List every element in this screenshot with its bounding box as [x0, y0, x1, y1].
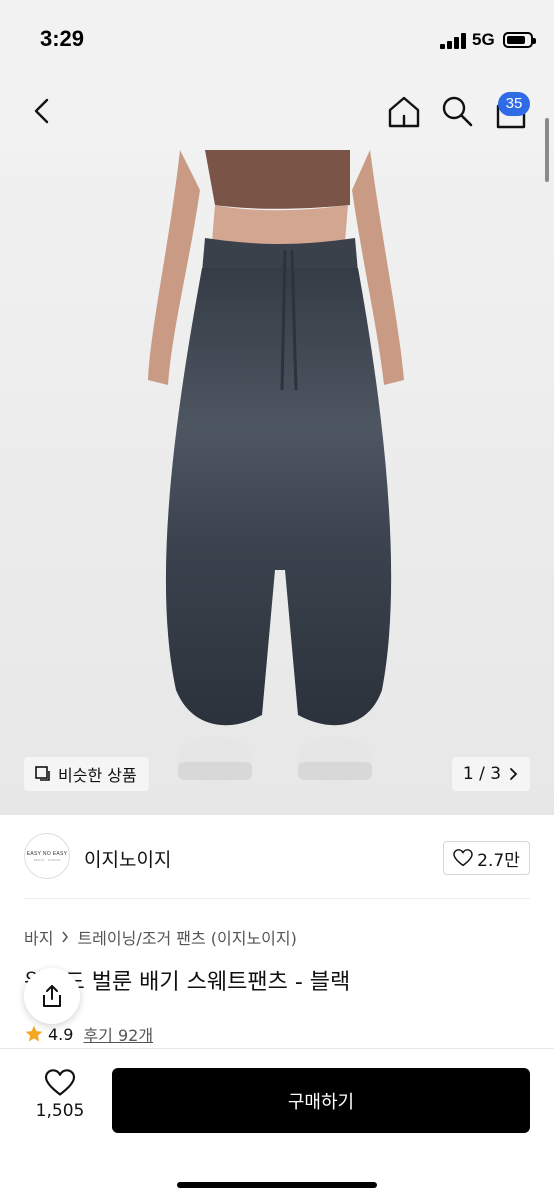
- copy-icon: [35, 766, 50, 781]
- rating-value: 4.9: [48, 1024, 74, 1044]
- similar-products-label: 비슷한 상품: [58, 766, 137, 785]
- product-like-button[interactable]: 1,505: [28, 1069, 92, 1133]
- battery-icon: [503, 32, 536, 48]
- cart-count-badge: 35: [498, 92, 530, 116]
- breadcrumb-item[interactable]: 바지: [24, 925, 53, 949]
- heart-icon: [453, 849, 473, 867]
- brand-like-button[interactable]: 2.7만: [443, 841, 530, 875]
- brand-row: EASY NO EASY SEOUL · STUDIO 이지노이지 2.7만: [0, 815, 554, 899]
- rating-row: 4.9 후기 92개: [24, 1022, 153, 1046]
- reviews-link[interactable]: 후기 92개: [83, 1022, 153, 1046]
- brand-like-count: 2.7만: [477, 850, 520, 871]
- brand-name[interactable]: 이지노이지: [84, 845, 171, 872]
- chevron-right-icon: [62, 931, 69, 943]
- home-icon[interactable]: [386, 94, 422, 130]
- chevron-right-icon: [510, 768, 518, 780]
- similar-products-button[interactable]: 비슷한 상품: [24, 757, 149, 791]
- brand-logo-text: EASY NO EASY: [26, 850, 68, 857]
- product-like-count: 1,505: [35, 1101, 85, 1121]
- buy-button[interactable]: 구매하기: [112, 1068, 530, 1133]
- star-icon: [25, 1025, 43, 1042]
- status-time: 3:29: [40, 26, 85, 51]
- network-label: 5G: [472, 30, 495, 49]
- chevron-left-icon[interactable]: [28, 96, 58, 126]
- divider: [24, 898, 530, 899]
- top-nav: [0, 80, 554, 150]
- breadcrumb: 바지 트레이닝/조거 팬츠 (이지노이지): [24, 925, 297, 949]
- search-icon[interactable]: [440, 94, 474, 128]
- brand-logo[interactable]: EASY NO EASY SEOUL · STUDIO: [24, 833, 70, 879]
- home-indicator: [177, 1182, 377, 1188]
- brand-logo-subtext: SEOUL · STUDIO: [33, 857, 61, 862]
- breadcrumb-item[interactable]: 트레이닝/조거 팬츠 (이지노이지): [77, 925, 296, 949]
- bottom-action-bar: 1,505 구매하기: [0, 1048, 554, 1201]
- share-button[interactable]: [24, 968, 80, 1024]
- image-pager-button[interactable]: 1 / 3: [452, 757, 530, 791]
- scroll-indicator[interactable]: [545, 118, 549, 182]
- heart-icon: [44, 1069, 76, 1096]
- product-photo: [0, 150, 554, 815]
- share-icon: [43, 985, 61, 1007]
- signal-icon: [440, 33, 466, 49]
- status-bar: 3:29 5G: [0, 0, 554, 80]
- page-indicator: 1 / 3: [462, 764, 502, 784]
- product-image[interactable]: [0, 150, 554, 815]
